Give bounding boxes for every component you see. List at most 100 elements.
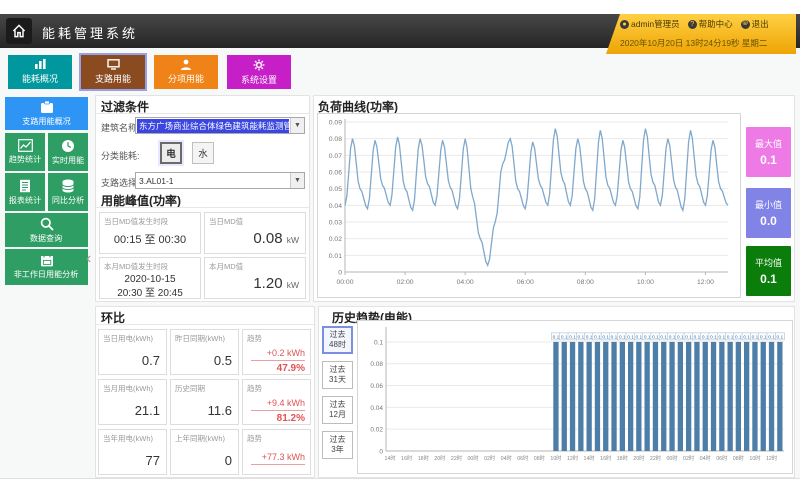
svg-text:0.05: 0.05 (329, 186, 342, 193)
tab-energy-overview[interactable]: 能耗概况 (8, 55, 72, 89)
sidebar-item-branch-overview[interactable]: 支路用能概况 (5, 97, 88, 130)
branch-label: 支路选择: (101, 176, 140, 189)
svg-text:0.1: 0.1 (718, 335, 725, 341)
svg-text:02时: 02时 (683, 454, 695, 462)
home-button[interactable] (6, 18, 32, 44)
trend-card: 趋势 +0.2 kWh 47.9% (242, 329, 311, 375)
sidebar-item-data-query[interactable]: 数据查询 (5, 213, 88, 247)
svg-text:0.1: 0.1 (752, 335, 759, 341)
svg-text:12时: 12时 (567, 454, 579, 462)
svg-text:0.1: 0.1 (677, 335, 684, 341)
svg-text:0.1: 0.1 (768, 335, 775, 341)
svg-text:0.1: 0.1 (627, 335, 634, 341)
svg-text:12:00: 12:00 (697, 279, 714, 286)
help-link[interactable]: ?帮助中心 (688, 18, 733, 30)
svg-text:10时: 10时 (749, 454, 761, 462)
branch-select[interactable]: 3.AL01-1 ▼ (135, 172, 305, 189)
sidebar-item-realtime-energy[interactable]: 实时用能 (48, 133, 88, 171)
svg-text:14时: 14时 (385, 454, 397, 462)
svg-text:06时: 06时 (716, 454, 728, 462)
stat-card: 当日用电(kWh)0.7 (98, 329, 167, 375)
range-button-12m[interactable]: 过去12月 (322, 396, 353, 424)
app-title: 能耗管理系统 (42, 23, 138, 42)
clock-icon (61, 139, 75, 153)
help-icon: ? (688, 20, 697, 29)
svg-text:0.1: 0.1 (694, 335, 701, 341)
svg-text:0.1: 0.1 (710, 335, 717, 341)
tab-category-energy[interactable]: 分项用能 (154, 55, 218, 89)
svg-text:0.1: 0.1 (760, 335, 767, 341)
svg-text:0.1: 0.1 (644, 335, 651, 341)
range-button-48h[interactable]: 过去48时 (322, 326, 353, 354)
building-select-value: 东方广场商业综合体绿色建筑能耗监测管理系统 (137, 119, 289, 133)
top-bar: 能耗管理系统 ●admin管理员 ?帮助中心 ⦾退出 2020年10月20日 1… (0, 14, 800, 48)
gear-icon (253, 59, 265, 71)
sidebar-item-trend-stats[interactable]: 趋势统计 (5, 133, 45, 171)
svg-text:02:00: 02:00 (397, 279, 414, 286)
svg-text:0.1: 0.1 (553, 335, 560, 341)
svg-text:0: 0 (379, 449, 383, 456)
svg-text:00:00: 00:00 (336, 279, 353, 286)
svg-text:22时: 22时 (451, 454, 463, 462)
svg-text:20时: 20时 (434, 454, 446, 462)
range-button-31d[interactable]: 过去31天 (322, 361, 353, 389)
category-option-electric[interactable]: 电 (160, 142, 182, 164)
svg-text:0.1: 0.1 (586, 335, 593, 341)
tab-branch-energy[interactable]: 支路用能 (81, 55, 145, 89)
svg-text:0.1: 0.1 (602, 335, 609, 341)
svg-text:18时: 18时 (418, 454, 430, 462)
svg-text:0.01: 0.01 (329, 253, 342, 260)
logout-link[interactable]: ⦾退出 (741, 18, 769, 30)
svg-text:04:00: 04:00 (457, 279, 474, 286)
svg-text:0.02: 0.02 (329, 236, 342, 243)
svg-text:0.1: 0.1 (611, 335, 618, 341)
svg-text:0.1: 0.1 (727, 335, 734, 341)
svg-text:16时: 16时 (401, 454, 413, 462)
svg-text:0.07: 0.07 (329, 153, 342, 160)
min-value-badge: 最小值0.0 (746, 188, 791, 238)
svg-text:10:00: 10:00 (637, 279, 654, 286)
branch-select-value: 3.AL01-1 (136, 175, 290, 187)
calendar-icon (40, 254, 54, 267)
svg-text:0.1: 0.1 (660, 335, 667, 341)
svg-text:10时: 10时 (550, 454, 562, 462)
svg-text:12时: 12时 (766, 454, 778, 462)
svg-text:0.08: 0.08 (329, 136, 342, 143)
clipboard-icon (39, 101, 55, 114)
svg-text:08时: 08时 (534, 454, 546, 462)
database-icon (61, 179, 75, 193)
category-option-water[interactable]: 水 (192, 142, 214, 164)
md-card-today-period: 当日MD值发生时段 00:15 至 00:30 (99, 212, 201, 254)
trend-card: 趋势 +77.3 kWh (242, 429, 311, 475)
sidebar-collapse-handle[interactable]: ‹ (86, 250, 91, 268)
stat-card: 当月用电(kWh)21.1 (98, 379, 167, 425)
building-label: 建筑名称: (101, 121, 140, 134)
svg-text:0.1: 0.1 (619, 335, 626, 341)
svg-text:00时: 00时 (666, 454, 678, 462)
sidebar-item-report-stats[interactable]: 报表统计 (5, 173, 45, 211)
max-value-badge: 最大值0.1 (746, 127, 791, 177)
svg-text:18时: 18时 (617, 454, 629, 462)
svg-text:04时: 04时 (700, 454, 712, 462)
sidebar-item-nonworkday-analysis[interactable]: 非工作日用能分析 (5, 249, 88, 285)
building-select[interactable]: 东方广场商业综合体绿色建筑能耗监测管理系统 ▼ (135, 117, 305, 134)
md-card-today-value: 当日MD值 0.08 kW (204, 212, 306, 254)
svg-text:0.1: 0.1 (685, 335, 692, 341)
category-label: 分类能耗: (101, 149, 140, 162)
svg-text:06时: 06时 (517, 454, 529, 462)
svg-text:16时: 16时 (600, 454, 612, 462)
svg-text:0.1: 0.1 (735, 335, 742, 341)
range-button-3y[interactable]: 过去3年 (322, 431, 353, 459)
dashboard-root: 能耗管理系统 ●admin管理员 ?帮助中心 ⦾退出 2020年10月20日 1… (0, 14, 800, 479)
svg-text:14时: 14时 (584, 454, 596, 462)
svg-text:0.1: 0.1 (374, 339, 383, 346)
avg-value-badge: 平均值0.1 (746, 246, 791, 296)
md-card-month-value: 本月MD值 1.20 kW (204, 257, 306, 299)
svg-text:0.03: 0.03 (329, 220, 342, 227)
user-menu[interactable]: ●admin管理员 (620, 18, 680, 30)
sidebar-item-yoy-analysis[interactable]: 同比分析 (48, 173, 88, 211)
svg-text:0.1: 0.1 (743, 335, 750, 341)
svg-text:00时: 00时 (467, 454, 479, 462)
tab-system-settings[interactable]: 系统设置 (227, 55, 291, 89)
search-icon (40, 217, 54, 231)
